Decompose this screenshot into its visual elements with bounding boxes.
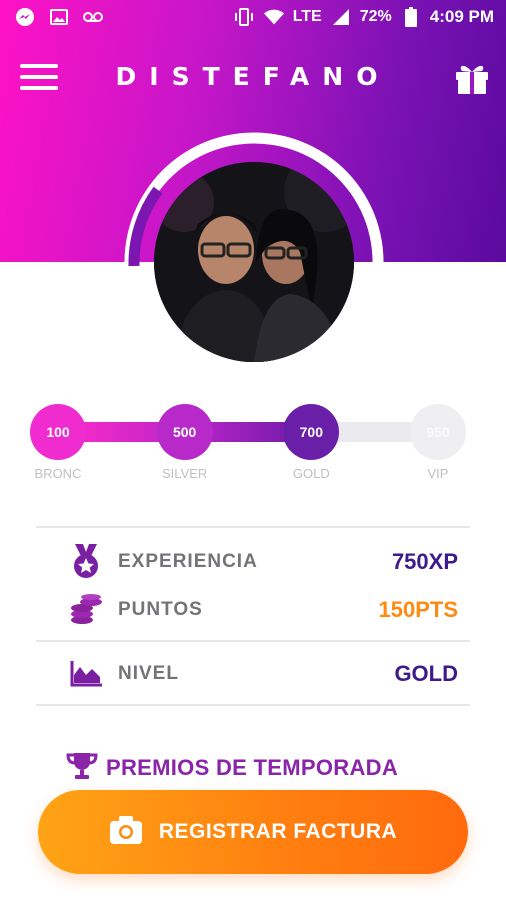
level-node-gold[interactable]: 700 [283,404,340,460]
stat-puntos: PUNTOS 150PTS [36,590,470,630]
wifi-icon [263,6,285,28]
vibrate-icon [233,6,255,28]
puntos-label: PUNTOS [118,599,203,620]
nivel-value: GOLD [394,661,458,686]
image-icon [48,6,70,28]
nivel-label: NIVEL [118,663,179,684]
stat-experiencia: EXPERIENCIA 750XP [36,542,470,582]
level-label-bronc: BRONC [34,466,82,481]
signal-icon [330,6,352,28]
level-label-vip: VIP [427,466,449,481]
battery-percent: 72% [359,8,392,25]
level-node-bronc[interactable]: 100 [30,404,86,460]
premios-link[interactable]: PREMIOS DE TEMPORADA [66,748,398,788]
level-label-silver: SILVER [162,466,208,481]
brand-title: DISTEFANO [115,62,391,91]
camera-icon [109,815,143,850]
experiencia-label: EXPERIENCIA [118,551,258,572]
divider [36,704,470,706]
experiencia-value: 750XP [391,549,458,574]
divider [36,526,470,528]
network-type: LTE [292,8,322,25]
avatar[interactable] [154,162,354,362]
level-label-gold: GOLD [292,466,330,481]
area-chart-icon [64,656,108,692]
divider [36,640,470,642]
status-bar: LTE 72% 4:09 PM [0,0,506,34]
level-track [58,422,438,442]
voicemail-icon [82,6,104,28]
medal-icon [64,544,108,580]
register-invoice-button[interactable]: REGISTRAR FACTURA [38,790,468,874]
gift-icon[interactable] [452,60,492,96]
stat-nivel: NIVEL GOLD [36,654,470,694]
top-bar: DISTEFANO [0,50,506,106]
trophy-icon [66,751,98,786]
messenger-icon [14,6,36,28]
profile-avatar-container [118,130,388,400]
level-node-vip[interactable]: 950 [410,404,466,460]
puntos-value: 150PTS [378,597,459,622]
battery-icon [400,6,422,28]
level-node-silver[interactable]: 500 [156,404,213,460]
coins-icon [64,592,108,628]
register-invoice-label: REGISTRAR FACTURA [158,820,398,843]
clock: 4:09 PM [429,7,494,26]
premios-title: PREMIOS DE TEMPORADA [106,755,399,780]
level-progress: 100 BRONC 500 SILVER 700 GOLD 950 VIP [28,400,480,490]
